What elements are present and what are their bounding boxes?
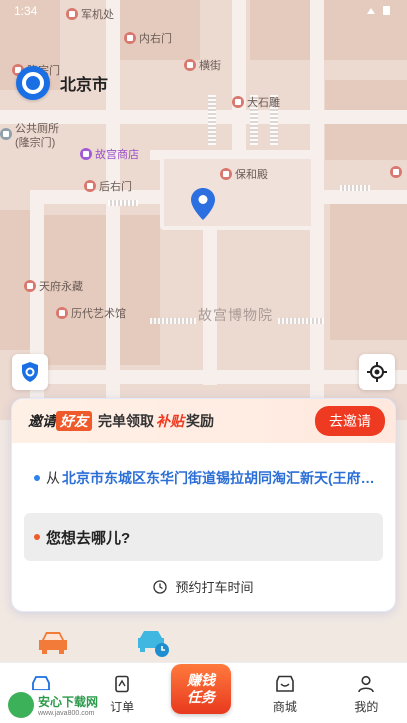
poi-lidai-yishuguan[interactable]: 历代艺术馆 bbox=[56, 305, 126, 321]
city-name: 北京市 bbox=[60, 77, 109, 94]
taxi-service-icon[interactable] bbox=[36, 628, 70, 658]
status-time: 1:34 bbox=[14, 4, 38, 18]
shop-icon bbox=[276, 675, 294, 692]
locate-me-button[interactable] bbox=[359, 354, 395, 390]
poi-neiyoumen[interactable]: 内右门 bbox=[124, 30, 172, 46]
poi-marker-icon bbox=[56, 307, 68, 319]
poi-baohedian[interactable]: 保和殿 bbox=[220, 166, 268, 182]
poi-marker-icon bbox=[390, 166, 402, 178]
poi-gugong-store[interactable]: 故宫商店 bbox=[80, 146, 139, 162]
shield-icon bbox=[22, 362, 38, 382]
status-icons bbox=[365, 4, 393, 18]
map-view[interactable]: 军机处 内右门 隆宗门 横街 大石雕 公共厕所 (隆宗门) 故宫商店 后右门 保… bbox=[0, 0, 407, 420]
park-label: 故宫博物院 bbox=[198, 307, 273, 323]
poi-houyoumen[interactable]: 后右门 bbox=[84, 178, 132, 194]
pickup-address: 北京市东城区东华门街道锡拉胡同淘汇新天(王府… bbox=[62, 470, 375, 486]
watermark-logo-icon bbox=[8, 692, 34, 718]
invite-banner[interactable]: 邀请 好友 完单领取 补贴 奖励 去邀请 bbox=[12, 399, 395, 443]
poi-marker-icon bbox=[220, 168, 232, 180]
invite-button[interactable]: 去邀请 bbox=[315, 406, 385, 436]
destination-input[interactable]: 您想去哪儿? bbox=[24, 513, 383, 561]
poi-dashidiao[interactable]: 大石雕 bbox=[232, 94, 280, 110]
user-icon bbox=[358, 675, 375, 693]
shop-icon bbox=[80, 148, 92, 160]
poi-public-toilet[interactable]: 公共厕所 (隆宗门) bbox=[0, 122, 59, 150]
poi-marker-icon bbox=[84, 180, 96, 192]
poi-marker-icon bbox=[124, 32, 136, 44]
earn-task-badge[interactable]: 赚钱 任务 bbox=[171, 664, 231, 714]
reserve-car-service-icon[interactable] bbox=[136, 628, 170, 658]
reserve-time-button[interactable]: 预约打车时间 bbox=[12, 577, 395, 596]
clock-icon bbox=[153, 579, 168, 594]
toilet-icon bbox=[0, 128, 12, 140]
destination-dot-icon bbox=[34, 534, 40, 540]
pickup-location[interactable]: 从 北京市东城区东华门街道锡拉胡同淘汇新天(王府… bbox=[12, 443, 395, 513]
safety-button[interactable] bbox=[12, 354, 48, 390]
ride-request-card: 邀请 好友 完单领取 补贴 奖励 去邀请 从 北京市东城区东华门街道锡拉胡同淘汇… bbox=[11, 398, 396, 612]
nav-mine[interactable]: 我的 bbox=[326, 663, 407, 723]
poi-marker-icon bbox=[184, 59, 196, 71]
poi-tianfuyongcang[interactable]: 天府永藏 bbox=[24, 278, 83, 294]
poi-marker-icon bbox=[24, 280, 36, 292]
poi-hengjie[interactable]: 横街 bbox=[184, 57, 221, 73]
city-selector[interactable]: 北京市 bbox=[16, 66, 108, 100]
app-logo-icon bbox=[16, 66, 50, 100]
pickup-dot-icon bbox=[34, 475, 40, 481]
invite-banner-text: 邀请 好友 完单领取 补贴 奖励 bbox=[28, 411, 214, 431]
order-icon bbox=[115, 675, 129, 693]
status-bar: 1:34 bbox=[0, 0, 407, 22]
poi-marker-icon bbox=[232, 96, 244, 108]
watermark: 安心下载网 www.java800.com bbox=[4, 690, 103, 720]
location-pin-icon bbox=[191, 188, 215, 220]
locate-icon bbox=[367, 362, 387, 382]
poi-marker-edge[interactable] bbox=[390, 166, 402, 178]
nav-mall[interactable]: 商城 bbox=[244, 663, 325, 723]
